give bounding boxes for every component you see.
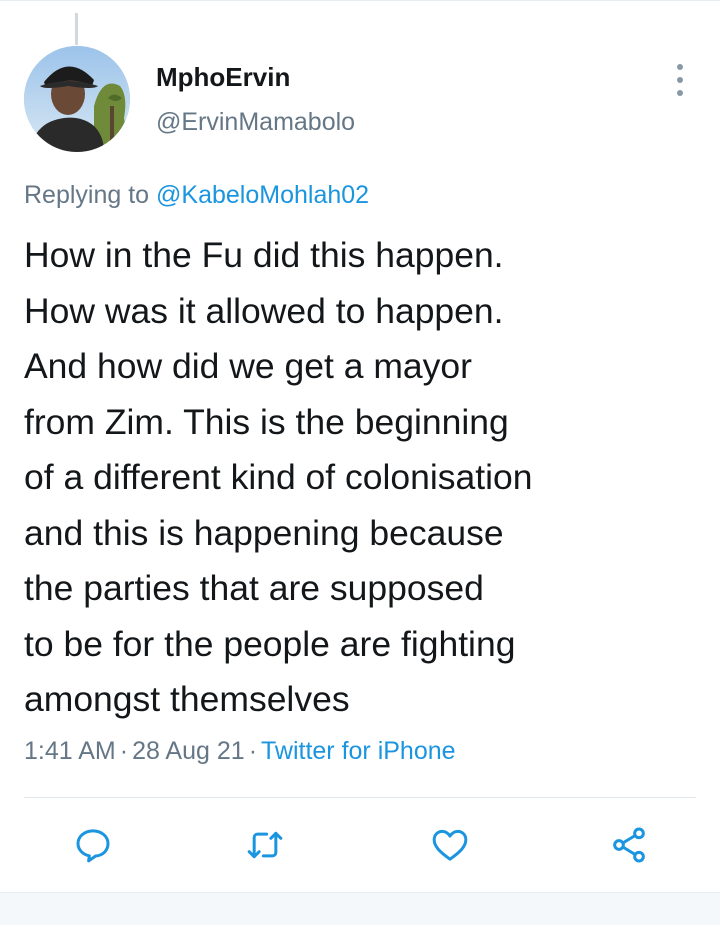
like-button[interactable] <box>425 820 475 870</box>
tweet-text-line: and this is happening because <box>24 512 504 553</box>
more-options-icon[interactable] <box>670 64 690 96</box>
reply-button[interactable] <box>68 820 118 870</box>
tweet-author[interactable]: MphoErvin @ErvinMamabolo <box>156 60 355 138</box>
profile-photo-icon <box>24 46 130 152</box>
user-handle[interactable]: @ErvinMamabolo <box>156 106 355 138</box>
tweet-meta: 1:41 AM · 28 Aug 21 · Twitter for iPhone <box>24 734 456 768</box>
replying-to: Replying to @KabeloMohlah02 <box>24 178 369 212</box>
tweet-text-line: How was it allowed to happen. <box>24 290 504 331</box>
tweet-date[interactable]: 28 Aug 21 <box>132 737 245 765</box>
bottom-separator <box>0 892 720 925</box>
share-icon <box>613 827 645 863</box>
tweet-text-line: the parties that are supposed <box>24 568 484 608</box>
tweet-text-line: of a different kind of colonisation <box>24 457 533 497</box>
tweet-text-line: amongst themselves <box>24 679 350 719</box>
retweet-icon <box>247 831 283 859</box>
tweet-text: How in the Fu did this happen. How was i… <box>24 228 694 728</box>
reply-icon <box>76 829 110 863</box>
reply-mention-link[interactable]: @KabeloMohlah02 <box>156 181 369 209</box>
meta-separator: · <box>119 737 129 765</box>
divider <box>24 797 696 798</box>
share-button[interactable] <box>604 820 654 870</box>
avatar[interactable] <box>24 46 130 152</box>
tweet-actions <box>0 820 720 870</box>
tweet-text-line: How in the Fu did this happen. <box>24 235 504 275</box>
tweet-text-line: to be for the people are fighting <box>24 623 516 664</box>
top-border <box>0 0 720 13</box>
tweet-source-link[interactable]: Twitter for iPhone <box>261 737 456 765</box>
tweet-text-line: And how did we get a mayor <box>24 346 472 386</box>
tweet-text-line: from Zim. This is the beginning <box>24 401 509 442</box>
thread-connector-line <box>75 13 78 45</box>
like-icon <box>432 829 468 861</box>
retweet-button[interactable] <box>240 820 290 870</box>
tweet-time[interactable]: 1:41 AM <box>24 737 116 765</box>
display-name[interactable]: MphoErvin <box>156 60 355 94</box>
replying-to-label: Replying to <box>24 181 150 209</box>
meta-separator: · <box>248 737 258 765</box>
